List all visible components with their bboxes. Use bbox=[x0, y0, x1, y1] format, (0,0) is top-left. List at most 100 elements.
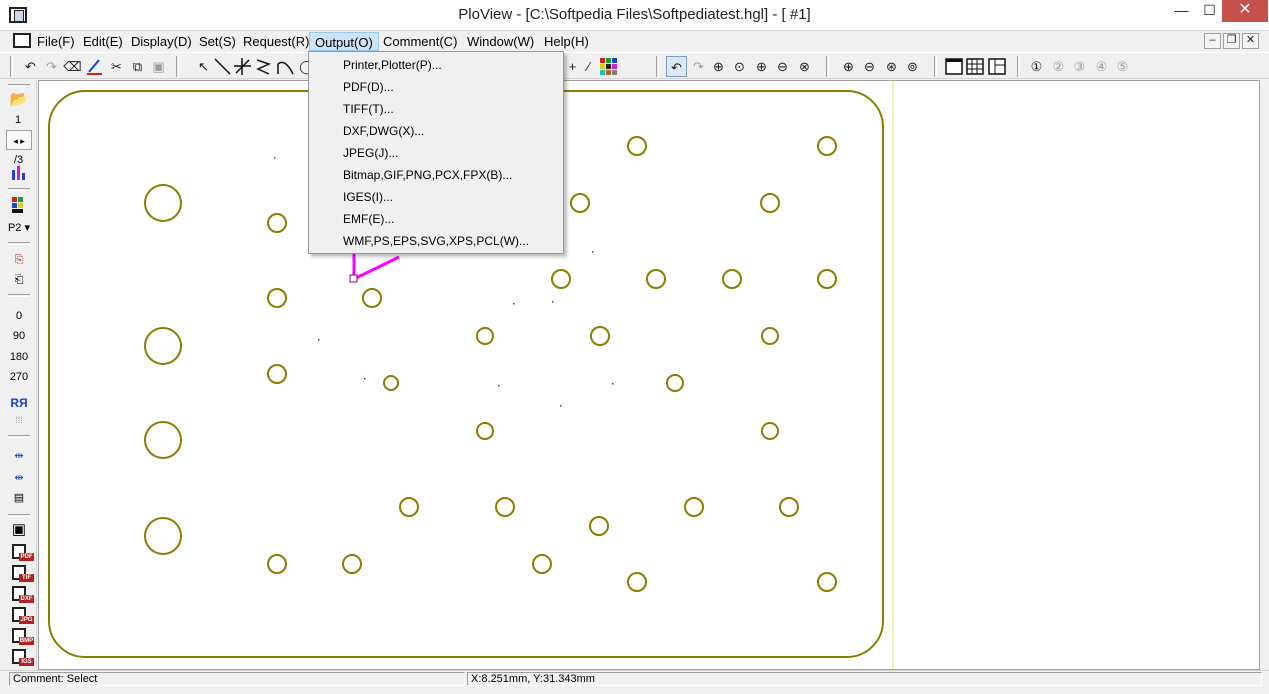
arc-icon[interactable] bbox=[275, 56, 296, 77]
menu-output-iges[interactable]: IGES(I)... bbox=[309, 186, 563, 208]
fit-height-icon[interactable]: ⇹ bbox=[6, 468, 32, 488]
menu-output-bitmap[interactable]: Bitmap,GIF,PNG,PCX,FPX(B)... bbox=[309, 164, 563, 186]
maximize-button[interactable]: ☐ bbox=[1196, 0, 1223, 22]
paste-icon[interactable]: ▣ bbox=[148, 56, 169, 77]
search-1-icon[interactable]: ① bbox=[1026, 56, 1047, 77]
rotate-90-button[interactable]: 90 bbox=[6, 326, 32, 346]
mdi-close-button[interactable]: ✕ bbox=[1242, 33, 1259, 49]
hole-circle bbox=[779, 497, 799, 517]
menu-display[interactable]: Display(D) bbox=[126, 32, 197, 51]
zoom-window-icon[interactable]: ⊙ bbox=[729, 56, 750, 77]
search-4-icon[interactable]: ④ bbox=[1091, 56, 1112, 77]
stack-pages-icon[interactable]: ▤ bbox=[6, 488, 32, 508]
copy-icon[interactable]: ⧉ bbox=[127, 56, 148, 77]
menu-comment[interactable]: Comment(C) bbox=[378, 32, 462, 51]
pen-select-dropdown[interactable]: P2 ▾ bbox=[6, 218, 32, 238]
toolbar-grip[interactable] bbox=[826, 56, 829, 77]
hole-circle bbox=[362, 288, 382, 308]
zoom-fit-icon[interactable]: ⊗ bbox=[794, 56, 815, 77]
save-bmp-icon[interactable]: BMP bbox=[10, 628, 34, 646]
save-dxf-icon[interactable]: DXF bbox=[10, 586, 34, 604]
title-bar: PloView - [C:\Softpedia Files\Softpediat… bbox=[0, 0, 1269, 31]
histogram-icon[interactable] bbox=[6, 164, 32, 184]
menu-output-wmf[interactable]: WMF,PS,EPS,SVG,XPS,PCL(W)... bbox=[309, 230, 563, 252]
pan-up-icon[interactable]: ⊛ bbox=[881, 56, 902, 77]
menu-output-printer[interactable]: Printer,Plotter(P)... bbox=[309, 54, 563, 76]
line-icon[interactable] bbox=[212, 56, 233, 77]
undo-icon[interactable]: ↶ bbox=[20, 56, 41, 77]
window-icon[interactable] bbox=[944, 56, 965, 77]
zoom-next-icon[interactable]: ↷ bbox=[688, 56, 709, 77]
rotate-270-button[interactable]: 270 bbox=[6, 367, 32, 387]
open-folder-icon[interactable]: 📂 bbox=[6, 90, 32, 110]
point-marker bbox=[592, 251, 594, 253]
layout-icon[interactable] bbox=[987, 56, 1008, 77]
menu-file[interactable]: File(F) bbox=[32, 32, 80, 51]
save-pdf-icon[interactable]: PDF bbox=[10, 544, 34, 562]
redo-icon[interactable]: ↷ bbox=[41, 56, 62, 77]
menu-window[interactable]: Window(W) bbox=[462, 32, 539, 51]
color-grid-icon[interactable] bbox=[598, 56, 619, 77]
menu-set[interactable]: Set(S) bbox=[194, 32, 241, 51]
point-marker bbox=[364, 378, 366, 380]
save-jpg-icon[interactable]: JPG bbox=[10, 607, 34, 625]
toolbar-grip[interactable] bbox=[934, 56, 937, 77]
measure-icon[interactable]: ⁄ bbox=[578, 56, 599, 77]
toolbar-grip[interactable] bbox=[656, 56, 659, 77]
hole-circle bbox=[532, 554, 552, 574]
dot-grid-icon[interactable]: ⁞⁞⁞ bbox=[6, 410, 32, 430]
menu-output-tiff[interactable]: TIFF(T)... bbox=[309, 98, 563, 120]
polyline-icon[interactable] bbox=[253, 56, 274, 77]
menu-output-emf[interactable]: EMF(E)... bbox=[309, 208, 563, 230]
status-coordinates: X:8.251mm, Y:31.343mm bbox=[467, 672, 1262, 686]
search-5-icon[interactable]: ⑤ bbox=[1112, 56, 1133, 77]
rotate-0-button[interactable]: 0 bbox=[6, 306, 32, 326]
close-button[interactable]: ✕ bbox=[1222, 0, 1268, 22]
rotate-180-button[interactable]: 180 bbox=[6, 347, 32, 367]
menu-output-jpeg[interactable]: JPEG(J)... bbox=[309, 142, 563, 164]
copy-page-icon[interactable]: ⎘ bbox=[6, 250, 32, 270]
document-icon[interactable] bbox=[13, 33, 31, 48]
toolbar-grip[interactable] bbox=[10, 56, 13, 77]
fit-width-icon[interactable]: ⇹ bbox=[6, 446, 32, 466]
print-preview-icon[interactable]: ▣ bbox=[6, 520, 32, 540]
drawing-canvas[interactable] bbox=[38, 80, 1260, 670]
search-2-icon[interactable]: ② bbox=[1048, 56, 1069, 77]
erase-icon[interactable]: ⌫ bbox=[62, 56, 83, 77]
minimize-button[interactable]: — bbox=[1168, 0, 1195, 22]
page-stepper[interactable]: ◂ ▸ bbox=[6, 130, 32, 150]
pen-icon[interactable] bbox=[84, 56, 105, 77]
table-icon[interactable] bbox=[965, 56, 986, 77]
hole-circle bbox=[495, 497, 515, 517]
hole-circle bbox=[267, 213, 287, 233]
hole-circle bbox=[342, 554, 362, 574]
cross-icon[interactable] bbox=[232, 56, 253, 77]
menu-edit[interactable]: Edit(E) bbox=[78, 32, 128, 51]
pan-down-icon[interactable]: ⊚ bbox=[902, 56, 923, 77]
zoom-in-small-icon[interactable]: ⊕ bbox=[838, 56, 859, 77]
select-arrow-icon[interactable]: ↖ bbox=[193, 56, 214, 77]
zoom-in-icon[interactable]: ⊕ bbox=[751, 56, 772, 77]
menu-request[interactable]: Request(R) bbox=[238, 32, 314, 51]
menu-output-dxf[interactable]: DXF,DWG(X)... bbox=[309, 120, 563, 142]
menu-output-pdf[interactable]: PDF(D)... bbox=[309, 76, 563, 98]
save-igs-icon[interactable]: IGS bbox=[10, 649, 34, 667]
hole-circle bbox=[267, 364, 287, 384]
point-marker bbox=[560, 405, 562, 407]
hole-circle bbox=[570, 193, 590, 213]
cut-icon[interactable]: ✂ bbox=[106, 56, 127, 77]
zoom-out-small-icon[interactable]: ⊖ bbox=[859, 56, 880, 77]
save-tif-icon[interactable]: TIF bbox=[10, 565, 34, 583]
mdi-restore-button[interactable]: ❐ bbox=[1223, 33, 1240, 49]
toolbar-grip[interactable] bbox=[1017, 56, 1020, 77]
paste-page-icon[interactable]: ⎗ bbox=[6, 270, 32, 290]
zoom-out-icon[interactable]: ⊖ bbox=[772, 56, 793, 77]
pen-colors-icon[interactable] bbox=[6, 196, 32, 216]
mdi-minimize-button[interactable]: – bbox=[1204, 33, 1221, 49]
menu-output[interactable]: Output(O) bbox=[309, 32, 379, 51]
search-3-icon[interactable]: ③ bbox=[1069, 56, 1090, 77]
zoom-previous-icon[interactable]: ↶ bbox=[666, 56, 687, 77]
menu-help[interactable]: Help(H) bbox=[539, 32, 594, 51]
zoom-all-icon[interactable]: ⊕ bbox=[708, 56, 729, 77]
toolbar-grip[interactable] bbox=[176, 56, 179, 77]
